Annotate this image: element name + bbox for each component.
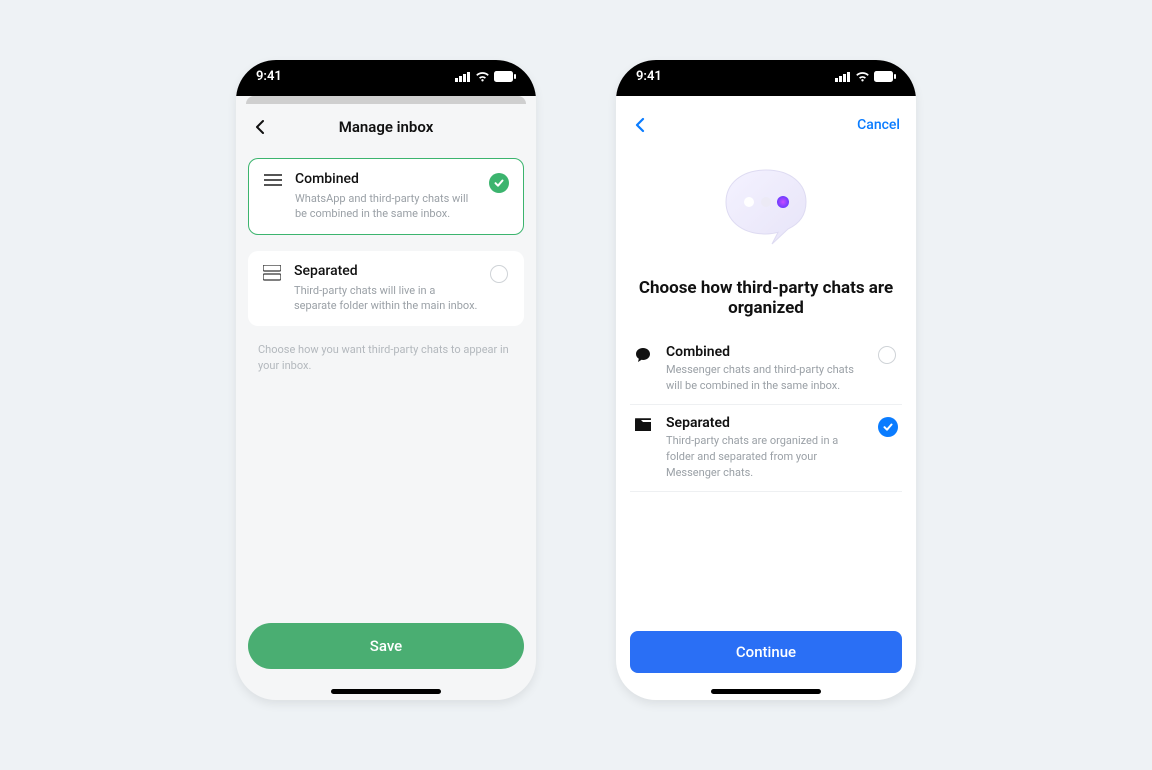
option-title: Separated [666, 415, 866, 431]
save-button[interactable]: Save [248, 623, 524, 669]
option-content: Combined WhatsApp and third-party chats … [295, 171, 477, 222]
option-radio[interactable] [489, 171, 509, 222]
home-indicator [711, 689, 821, 694]
option-desc: WhatsApp and third-party chats will be c… [295, 191, 477, 222]
status-time: 9:41 [636, 69, 662, 84]
inbox-option-combined[interactable]: Combined Messenger chats and third-party… [630, 334, 902, 405]
phone-whatsapp: 9:41 Manage inbox Combined WhatsApp and … [236, 60, 536, 700]
status-time: 9:41 [256, 69, 282, 84]
option-title: Combined [295, 171, 477, 187]
continue-label: Continue [736, 643, 796, 661]
radio-empty-icon [490, 265, 508, 283]
home-indicator [331, 689, 441, 694]
wa-header: Manage inbox [236, 104, 536, 150]
continue-button[interactable]: Continue [630, 631, 902, 673]
back-button[interactable] [252, 118, 270, 136]
option-desc: Messenger chats and third-party chats wi… [666, 362, 866, 394]
check-circle-icon [489, 173, 509, 193]
notch [701, 60, 831, 86]
inbox-option-combined[interactable]: Combined WhatsApp and third-party chats … [248, 158, 524, 235]
option-content: Separated Third-party chats will live in… [294, 263, 478, 314]
option-desc: Third-party chats will live in a separat… [294, 283, 478, 314]
sheet-grabber-bg [626, 96, 906, 104]
wifi-icon [475, 71, 490, 82]
save-label: Save [370, 637, 402, 655]
cellular-icon [455, 71, 471, 82]
split-icon [262, 263, 282, 314]
status-bar: 9:41 [616, 60, 916, 96]
check-circle-icon [878, 417, 898, 437]
notch [321, 60, 451, 86]
ms-header: Cancel [616, 104, 916, 140]
battery-icon [494, 71, 516, 82]
phone-messenger: 9:41 Cancel [616, 60, 916, 700]
option-title: Combined [666, 344, 866, 360]
sheet-grabber-bg [246, 96, 526, 104]
cancel-button[interactable]: Cancel [857, 117, 900, 133]
option-title: Separated [294, 263, 478, 279]
radio-empty-icon [878, 346, 896, 364]
status-icons [835, 71, 896, 82]
list-icon [263, 171, 283, 222]
inbox-option-separated[interactable]: Separated Third-party chats are organize… [630, 405, 902, 492]
folder-icon [632, 415, 654, 433]
cancel-label: Cancel [857, 117, 900, 133]
battery-icon [874, 71, 896, 82]
option-content: Separated Third-party chats are organize… [666, 415, 866, 481]
hint-text: Choose how you want third-party chats to… [258, 342, 514, 375]
option-radio[interactable] [878, 344, 900, 364]
option-desc: Third-party chats are organized in a fol… [666, 433, 866, 481]
chevron-left-icon [632, 116, 650, 134]
back-button[interactable] [632, 116, 650, 134]
status-bar: 9:41 [236, 60, 536, 96]
status-icons [455, 71, 516, 82]
chat-bubble-illustration [630, 160, 902, 250]
page-heading: Choose how third-party chats are organiz… [630, 278, 902, 318]
option-content: Combined Messenger chats and third-party… [666, 344, 866, 394]
chat-icon [632, 344, 654, 364]
ms-body: Choose how third-party chats are organiz… [616, 140, 916, 689]
page-title: Manage inbox [339, 118, 434, 136]
option-radio[interactable] [878, 415, 900, 437]
chevron-left-icon [252, 118, 270, 136]
cellular-icon [835, 71, 851, 82]
wifi-icon [855, 71, 870, 82]
option-radio[interactable] [490, 263, 510, 314]
inbox-option-separated[interactable]: Separated Third-party chats will live in… [248, 251, 524, 326]
